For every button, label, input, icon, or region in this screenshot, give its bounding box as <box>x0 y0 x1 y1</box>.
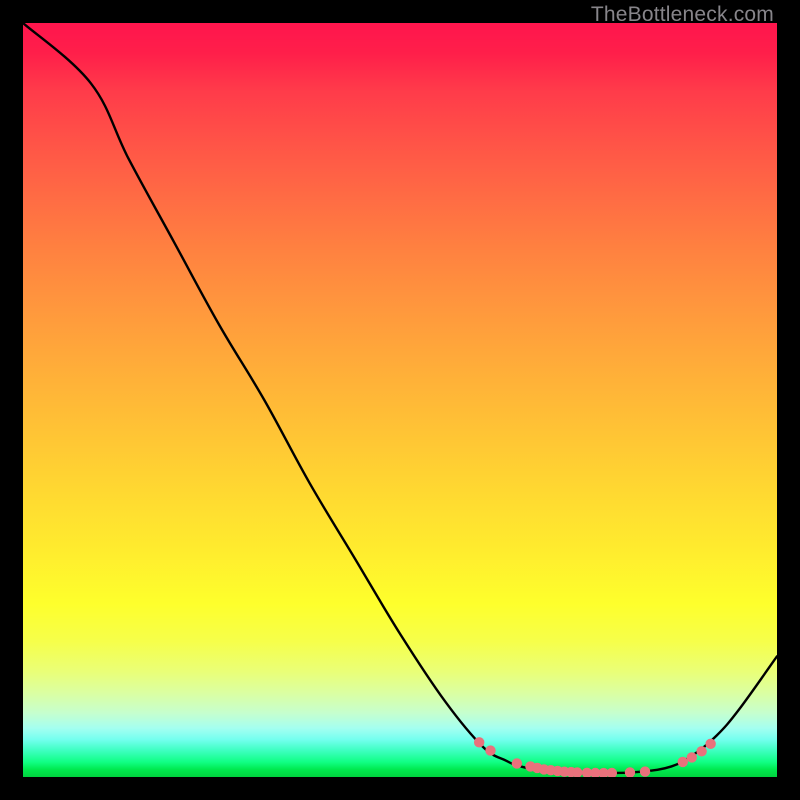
optimum-marker <box>625 767 635 777</box>
optimum-marker <box>687 752 697 762</box>
optimum-marker <box>474 737 484 747</box>
optimum-marker <box>696 746 706 756</box>
plot-area <box>23 23 777 777</box>
optimum-markers <box>474 737 716 777</box>
bottleneck-curve <box>23 23 777 773</box>
optimum-marker <box>640 766 650 776</box>
optimum-marker <box>485 745 495 755</box>
optimum-marker <box>678 757 688 767</box>
optimum-marker <box>705 739 715 749</box>
optimum-marker <box>607 768 617 777</box>
optimum-marker <box>512 758 522 768</box>
chart-stage: TheBottleneck.com <box>0 0 800 800</box>
chart-svg <box>23 23 777 777</box>
